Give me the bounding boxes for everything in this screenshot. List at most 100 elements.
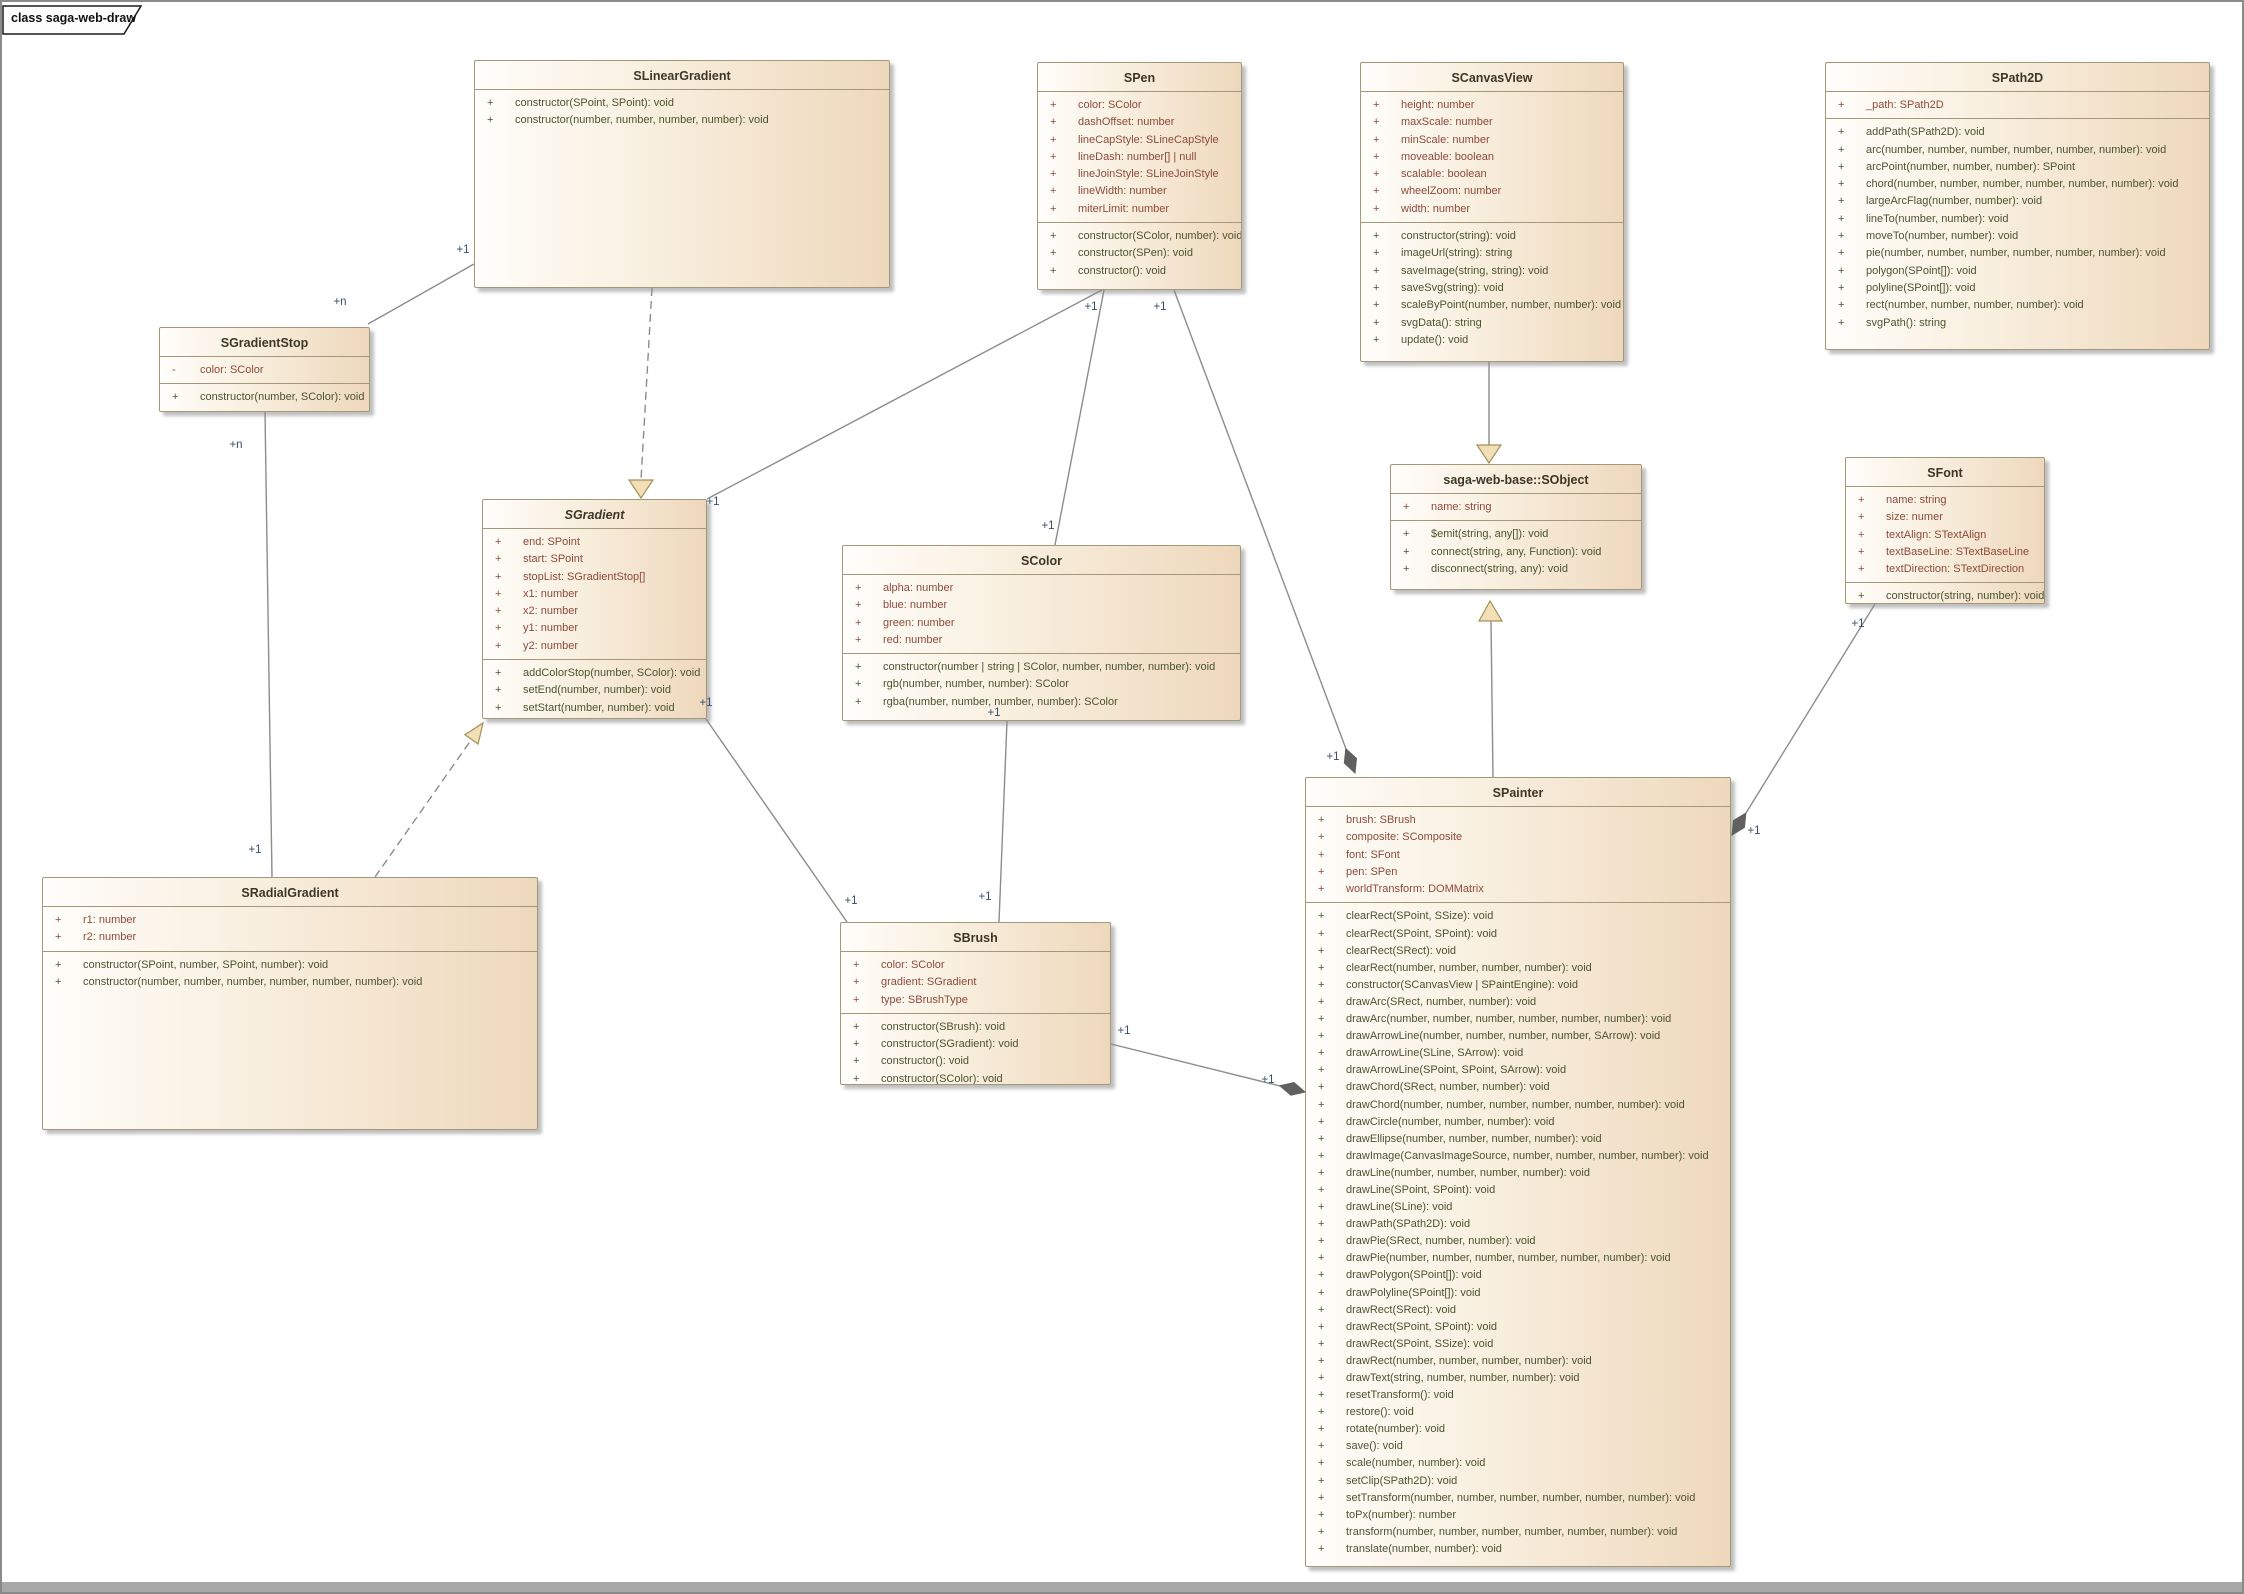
- member-row: +restore(): void: [1306, 1404, 1726, 1421]
- member-row: +drawImage(CanvasImageSource, number, nu…: [1306, 1148, 1726, 1165]
- member-row: +constructor(SCanvasView | SPaintEngine)…: [1306, 977, 1726, 994]
- member-row: +imageUrl(string): string: [1361, 245, 1619, 262]
- member-row: +composite: SComposite: [1306, 829, 1726, 846]
- edge-sradialgradient-sgradient[interactable]: [375, 739, 472, 877]
- multiplicity-label: +1: [1261, 1074, 1274, 1086]
- class-box-scolor[interactable]: SColor +alpha: number+blue: number+green…: [842, 545, 1241, 721]
- member-row: +drawArc(SRect, number, number): void: [1306, 994, 1726, 1011]
- method-compartment: +constructor(SPoint, SPoint): void+const…: [475, 90, 889, 287]
- multiplicity-label: +1: [1041, 520, 1054, 532]
- multiplicity-label: +1: [1153, 301, 1166, 313]
- member-row: +drawArrowLine(number, number, number, n…: [1306, 1028, 1726, 1045]
- member-row: +drawPolyline(SPoint[]): void: [1306, 1285, 1726, 1302]
- member-row: +dashOffset: number: [1038, 114, 1237, 131]
- class-box-sgradient[interactable]: SGradient +end: SPoint+start: SPoint+sto…: [482, 499, 707, 719]
- member-row: +worldTransform: DOMMatrix: [1306, 881, 1726, 898]
- edge-sbrush-spainter[interactable]: [1111, 1044, 1280, 1086]
- member-row: +font: SFont: [1306, 847, 1726, 864]
- edge-slineargradient-sgradient[interactable]: [641, 288, 652, 480]
- class-box-spath2d[interactable]: SPath2D +_path: SPath2D +addPath(SPath2D…: [1825, 62, 2210, 350]
- class-box-sradialgradient[interactable]: SRadialGradient +r1: number+r2: number +…: [42, 877, 538, 1130]
- method-compartment: +clearRect(SPoint, SSize): void+clearRec…: [1306, 903, 1730, 1566]
- class-box-sbrush[interactable]: SBrush +color: SColor+gradient: SGradien…: [840, 922, 1111, 1085]
- frame-tab: [3, 6, 141, 34]
- class-box-sobject[interactable]: saga-web-base::SObject +name: string +$e…: [1390, 464, 1642, 590]
- multiplicity-label: +1: [1084, 301, 1097, 313]
- member-row: +brush: SBrush: [1306, 812, 1726, 829]
- class-box-sgradientstop[interactable]: SGradientStop -color: SColor +constructo…: [159, 327, 370, 412]
- member-row: +name: string: [1846, 492, 2040, 509]
- method-compartment: +addPath(SPath2D): void+arc(number, numb…: [1826, 119, 2209, 349]
- member-row: +scalable: boolean: [1361, 166, 1619, 183]
- edge-spainter-sobject[interactable]: [1491, 621, 1493, 777]
- class-box-spainter[interactable]: SPainter +brush: SBrush+composite: SComp…: [1305, 777, 1731, 1567]
- member-row: +maxScale: number: [1361, 114, 1619, 131]
- member-row: +drawPath(SPath2D): void: [1306, 1216, 1726, 1233]
- edge-sfont-spainter[interactable]: [1746, 604, 1875, 813]
- edge-sgradientstop-slineargradient[interactable]: [368, 264, 474, 324]
- generalization-arrow-sobject-bottom: [1479, 601, 1502, 621]
- attribute-compartment: +height: number+maxScale: number+minScal…: [1361, 92, 1623, 223]
- member-row: +moveTo(number, number): void: [1826, 228, 2205, 245]
- attribute-compartment: +name: string+size: numer+textAlign: STe…: [1846, 487, 2044, 583]
- method-compartment: +addColorStop(number, SColor): void+setE…: [483, 660, 706, 719]
- member-row: +y1: number: [483, 620, 702, 637]
- member-row: +constructor(SBrush): void: [841, 1019, 1106, 1036]
- member-row: +color: SColor: [841, 957, 1106, 974]
- member-row: +constructor(number, number, number, num…: [475, 112, 885, 129]
- class-title: SBrush: [841, 923, 1110, 952]
- member-row: +drawArc(number, number, number, number,…: [1306, 1011, 1726, 1028]
- member-row: +svgData(): string: [1361, 315, 1619, 332]
- multiplicity-label: +1: [1851, 618, 1864, 630]
- member-row: +start: SPoint: [483, 551, 702, 568]
- generalization-arrow-sgradient-top: [629, 480, 653, 498]
- member-row: +gradient: SGradient: [841, 974, 1106, 991]
- edge-sgradient-sbrush[interactable]: [706, 719, 847, 922]
- member-row: +addColorStop(number, SColor): void: [483, 665, 702, 682]
- member-row: +scale(number, number): void: [1306, 1455, 1726, 1472]
- member-row: +clearRect(SPoint, SPoint): void: [1306, 926, 1726, 943]
- class-title: SPen: [1038, 63, 1241, 92]
- class-title: SLinearGradient: [475, 61, 889, 90]
- member-row: +rotate(number): void: [1306, 1421, 1726, 1438]
- member-row: +_path: SPath2D: [1826, 97, 2205, 114]
- class-box-slineargradient[interactable]: SLinearGradient +constructor(SPoint, SPo…: [474, 60, 890, 288]
- member-row: +addPath(SPath2D): void: [1826, 124, 2205, 141]
- member-row: +constructor(): void: [841, 1053, 1106, 1070]
- member-row: +x2: number: [483, 603, 702, 620]
- multiplicity-label: +1: [248, 844, 261, 856]
- member-row: +drawChord(SRect, number, number): void: [1306, 1079, 1726, 1096]
- member-row: +constructor(SColor, number): void: [1038, 228, 1237, 245]
- edge-scolor-spen[interactable]: [1055, 290, 1104, 545]
- member-row: +rgba(number, number, number, number): S…: [843, 694, 1236, 711]
- member-row: +constructor(SPoint, number, SPoint, num…: [43, 957, 533, 974]
- class-box-scanvasview[interactable]: SCanvasView +height: number+maxScale: nu…: [1360, 62, 1624, 362]
- class-box-spen[interactable]: SPen +color: SColor+dashOffset: number+l…: [1037, 62, 1242, 290]
- member-row: +constructor(string, number): void: [1846, 588, 2040, 604]
- member-row: +drawRect(SPoint, SPoint): void: [1306, 1319, 1726, 1336]
- member-row: +drawEllipse(number, number, number, num…: [1306, 1131, 1726, 1148]
- member-row: +clearRect(SPoint, SSize): void: [1306, 908, 1726, 925]
- multiplicity-label: +1: [706, 496, 719, 508]
- member-row: +end: SPoint: [483, 534, 702, 551]
- class-box-sfont[interactable]: SFont +name: string+size: numer+textAlig…: [1845, 457, 2045, 604]
- member-row: +y2: number: [483, 638, 702, 655]
- method-compartment: +constructor(string, number): void: [1846, 583, 2044, 604]
- member-row: +clearRect(SRect): void: [1306, 943, 1726, 960]
- member-row: +wheelZoom: number: [1361, 183, 1619, 200]
- member-row: +textDirection: STextDirection: [1846, 561, 2040, 578]
- member-row: +drawArrowLine(SPoint, SPoint, SArrow): …: [1306, 1062, 1726, 1079]
- member-row: +constructor(SPen): void: [1038, 245, 1237, 262]
- member-row: +disconnect(string, any): void: [1391, 561, 1637, 578]
- edge-scolor-sbrush[interactable]: [999, 721, 1007, 922]
- member-row: +size: numer: [1846, 509, 2040, 526]
- edge-sgradient-spen[interactable]: [707, 290, 1102, 499]
- member-row: +rect(number, number, number, number): v…: [1826, 297, 2205, 314]
- edge-sgradientstop-sradialgradient[interactable]: [265, 412, 272, 877]
- attribute-compartment: +_path: SPath2D: [1826, 92, 2209, 119]
- member-row: +rgb(number, number, number): SColor: [843, 676, 1236, 693]
- member-row: +pie(number, number, number, number, num…: [1826, 245, 2205, 262]
- member-row: +connect(string, any, Function): void: [1391, 544, 1637, 561]
- member-row: +saveSvg(string): void: [1361, 280, 1619, 297]
- member-row: +blue: number: [843, 597, 1236, 614]
